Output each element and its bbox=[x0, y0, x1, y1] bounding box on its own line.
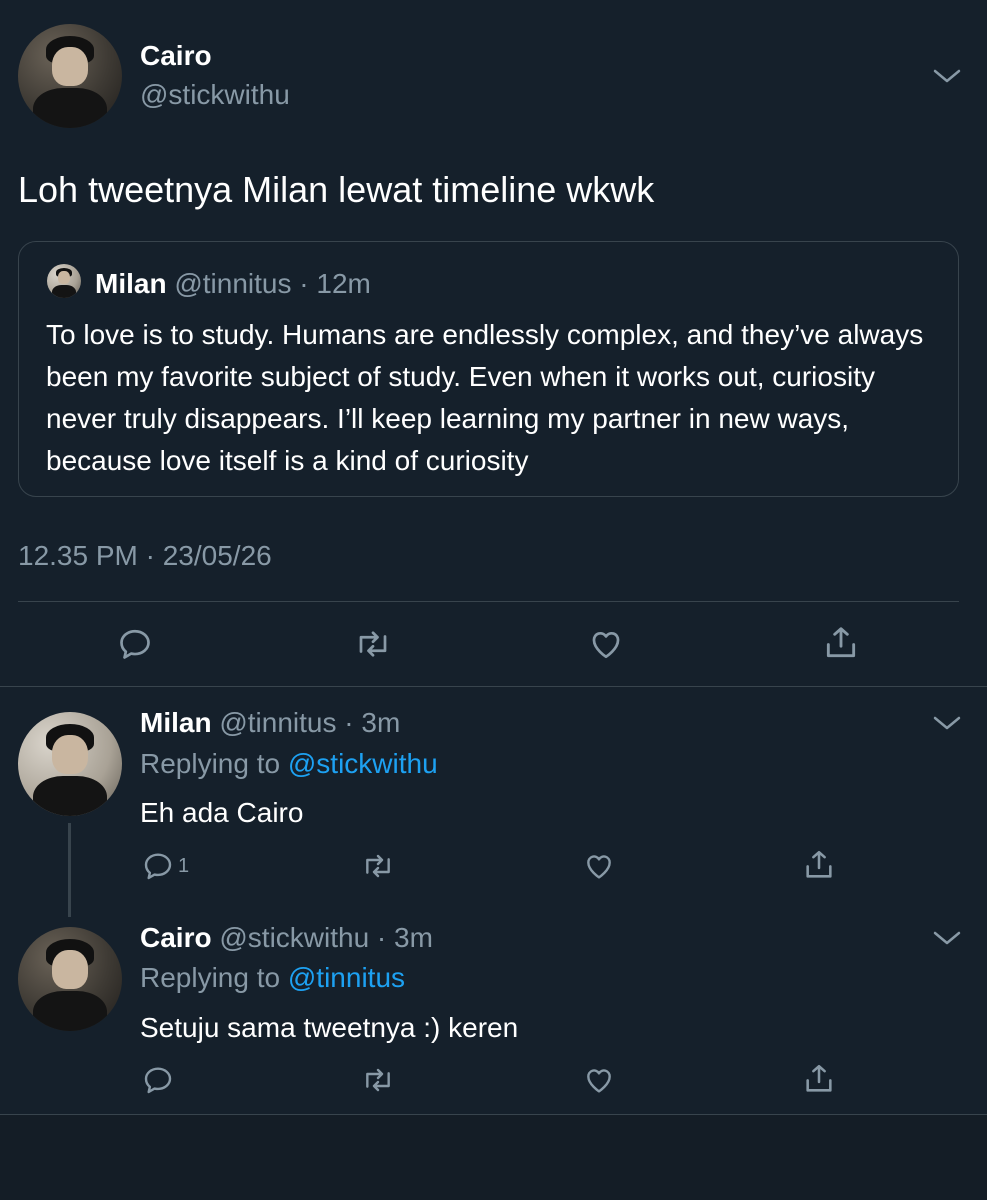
reply-author-handle[interactable]: @tinnitus bbox=[219, 707, 336, 738]
retweet-button[interactable] bbox=[353, 626, 393, 662]
avatar-body bbox=[32, 88, 108, 128]
reply-icon bbox=[120, 629, 150, 659]
reply-author-name[interactable]: Cairo bbox=[140, 922, 212, 953]
reply-header: Milan @tinnitus · 3m bbox=[140, 707, 400, 739]
replying-to-link[interactable]: @tinnitus bbox=[288, 962, 405, 993]
avatar[interactable] bbox=[18, 712, 122, 816]
divider bbox=[18, 601, 959, 602]
quoted-time: 12m bbox=[316, 268, 371, 299]
retweet-icon bbox=[366, 1068, 390, 1092]
avatar-body bbox=[32, 991, 108, 1031]
reply-author-handle[interactable]: @stickwithu bbox=[219, 922, 369, 953]
share-icon bbox=[806, 1064, 832, 1092]
chevron-down-icon[interactable] bbox=[932, 713, 962, 733]
reply-button[interactable] bbox=[142, 1064, 174, 1096]
chevron-down-icon[interactable] bbox=[932, 928, 962, 948]
quoted-handle: @tinnitus bbox=[174, 268, 292, 299]
separator: · bbox=[291, 268, 317, 299]
avatar-face bbox=[52, 734, 88, 775]
replying-to-label: Replying to bbox=[140, 748, 288, 779]
like-button[interactable] bbox=[582, 850, 616, 882]
avatar-body bbox=[32, 776, 108, 816]
chevron-down-icon[interactable] bbox=[932, 66, 962, 86]
retweet-icon bbox=[366, 854, 390, 878]
reply-count: 1 bbox=[178, 854, 190, 877]
author-handle[interactable]: @stickwithu bbox=[140, 79, 290, 111]
reply-button[interactable] bbox=[117, 626, 153, 662]
avatar-face bbox=[52, 949, 88, 990]
share-button[interactable] bbox=[802, 848, 836, 882]
avatar-face bbox=[58, 271, 70, 285]
reply-author-name[interactable]: Milan bbox=[140, 707, 212, 738]
like-button[interactable] bbox=[587, 626, 625, 662]
reply-button[interactable]: 1 bbox=[142, 850, 189, 882]
separator: · bbox=[336, 707, 362, 738]
like-icon bbox=[592, 632, 620, 659]
replying-to: Replying to @tinnitus bbox=[140, 962, 405, 994]
divider bbox=[0, 686, 987, 687]
tweet-text: Loh tweetnya Milan lewat timeline wkwk bbox=[18, 169, 655, 210]
tweet-detail-page: Cairo @stickwithu Loh tweetnya Milan lew… bbox=[0, 0, 987, 1200]
tweet-timestamp: 12.35 PM · 23/05/26 bbox=[18, 540, 272, 571]
share-button[interactable] bbox=[802, 1062, 836, 1096]
quoted-avatar bbox=[47, 264, 81, 298]
separator: · bbox=[369, 922, 395, 953]
like-icon bbox=[587, 855, 611, 879]
reply-time: 3m bbox=[361, 707, 401, 738]
avatar[interactable] bbox=[18, 24, 122, 128]
retweet-button[interactable] bbox=[360, 1064, 396, 1096]
replying-to: Replying to @stickwithu bbox=[140, 748, 438, 780]
author-name[interactable]: Cairo bbox=[140, 40, 212, 72]
thread-line bbox=[68, 823, 71, 917]
quoted-header: Milan @tinnitus · 12m bbox=[95, 268, 371, 300]
bottom-area bbox=[0, 1115, 987, 1200]
reply-time: 3m bbox=[394, 922, 433, 953]
share-icon bbox=[826, 627, 856, 658]
reply-icon bbox=[144, 1067, 172, 1094]
reply-text: Setuju sama tweetnya :) keren bbox=[140, 1012, 519, 1043]
quoted-tweet[interactable]: Milan @tinnitus · 12m To love is to stud… bbox=[18, 241, 959, 497]
like-button[interactable] bbox=[582, 1064, 616, 1096]
avatar-face bbox=[52, 46, 88, 87]
like-icon bbox=[587, 1069, 611, 1093]
reply-text: Eh ada Cairo bbox=[140, 797, 304, 828]
retweet-button[interactable] bbox=[360, 850, 396, 882]
avatar-body bbox=[51, 285, 77, 298]
reply-icon bbox=[144, 853, 172, 880]
quoted-name: Milan bbox=[95, 268, 167, 299]
quoted-text: To love is to study. Humans are endlessl… bbox=[46, 319, 924, 476]
share-button[interactable] bbox=[822, 624, 860, 662]
avatar[interactable] bbox=[18, 927, 122, 1031]
reply-header: Cairo @stickwithu · 3m bbox=[140, 922, 433, 954]
replying-to-label: Replying to bbox=[140, 962, 288, 993]
retweet-icon bbox=[359, 631, 387, 657]
share-icon bbox=[806, 850, 832, 878]
replying-to-link[interactable]: @stickwithu bbox=[288, 748, 438, 779]
